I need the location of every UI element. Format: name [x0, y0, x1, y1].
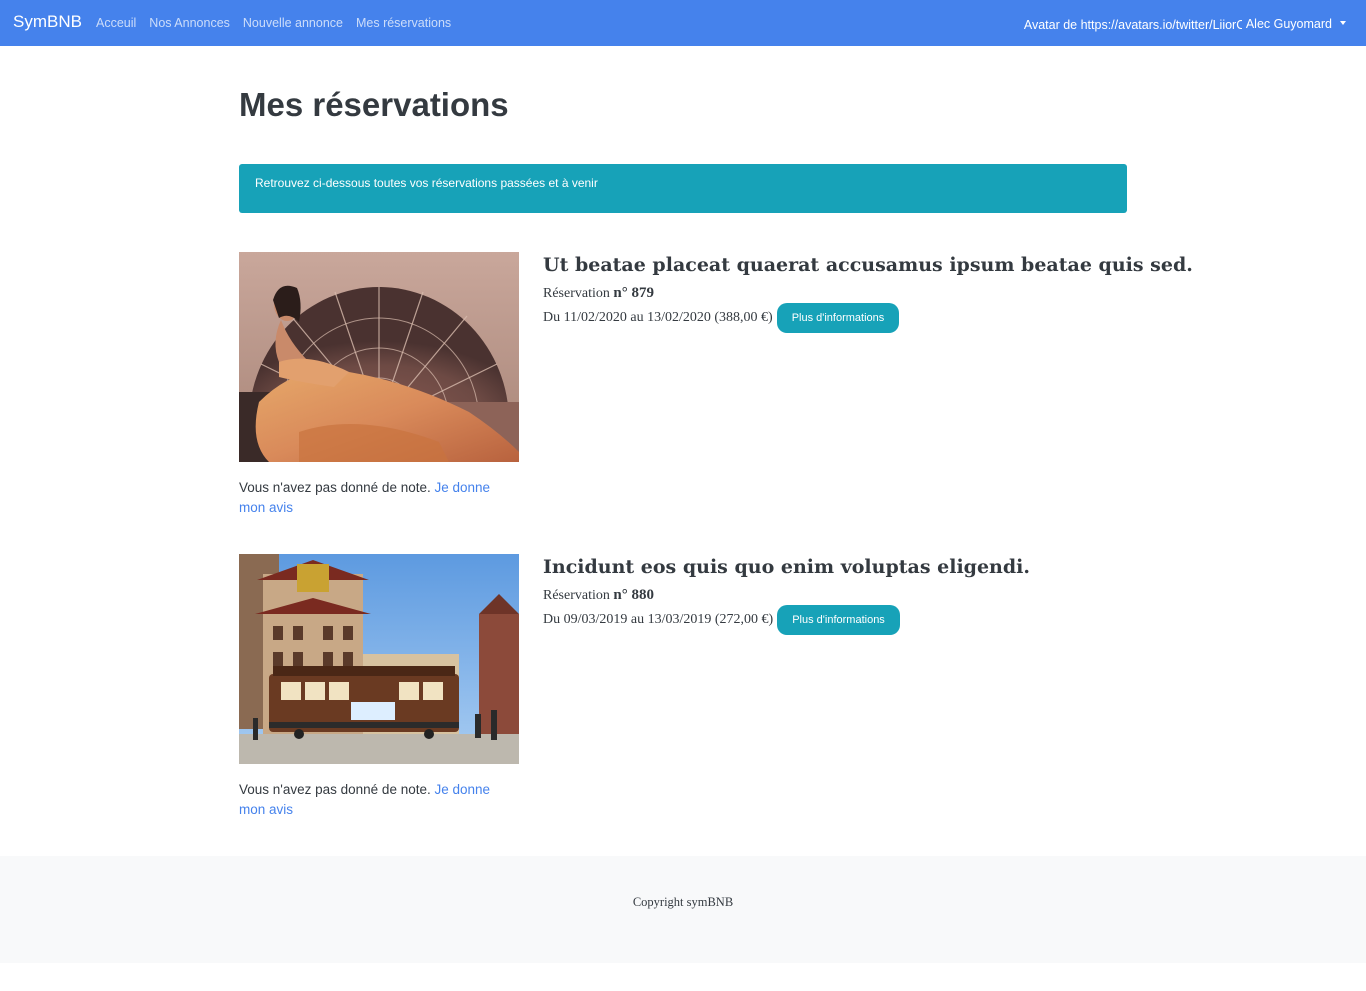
nav-links: Acceuil Nos Annonces Nouvelle annonce Me…: [96, 16, 464, 30]
booking-dates: Du 11/02/2020 au 13/02/2020 (388,00 €): [543, 310, 773, 325]
ad-title: Incidunt eos quis quo enim voluptas elig…: [543, 556, 1030, 578]
more-info-button[interactable]: Plus d'informations: [777, 605, 900, 635]
booking-reference: Réservation n° 879: [543, 285, 654, 302]
brand-link[interactable]: SymBNB: [13, 12, 82, 32]
nav-link-my-bookings[interactable]: Mes réservations: [356, 16, 451, 30]
footer: Copyright symBNB: [0, 856, 1366, 963]
user-menu-toggle[interactable]: Avatar de https://avatars.io/twitter/Lii…: [1024, 15, 1346, 32]
page-title: Mes réservations: [239, 86, 509, 123]
booking-image: [239, 554, 519, 764]
booking-number: n° 879: [613, 285, 654, 301]
booking-dates-row: Du 09/03/2019 au 13/03/2019 (272,00 €) P…: [543, 605, 900, 635]
booking-ref-label: Réservation: [543, 286, 614, 301]
booking-dates-row: Du 11/02/2020 au 13/02/2020 (388,00 €) P…: [543, 303, 900, 333]
nav-link-new-ad[interactable]: Nouvelle annonce: [243, 16, 343, 30]
booking-ref-label: Réservation: [543, 588, 614, 603]
user-name: Alec Guyomard: [1245, 16, 1332, 31]
booking-reference: Réservation n° 880: [543, 587, 654, 604]
navbar: SymBNB Acceuil Nos Annonces Nouvelle ann…: [0, 0, 1366, 46]
chevron-down-icon: [1340, 20, 1346, 25]
nav-link-home[interactable]: Acceuil: [96, 16, 136, 30]
booking-number: n° 880: [613, 587, 654, 603]
review-prompt: Vous n'avez pas donné de note. Je donne …: [239, 478, 519, 518]
nav-link-ads[interactable]: Nos Annonces: [149, 16, 230, 30]
review-prompt: Vous n'avez pas donné de note. Je donne …: [239, 780, 519, 820]
info-alert: Retrouvez ci-dessous toutes vos réservat…: [239, 164, 1127, 213]
review-text: Vous n'avez pas donné de note.: [239, 480, 431, 495]
booking-image: [239, 252, 519, 462]
avatar: Avatar de https://avatars.io/twitter/Lii…: [1023, 18, 1242, 32]
review-text: Vous n'avez pas donné de note.: [239, 782, 431, 797]
booking-dates: Du 09/03/2019 au 13/03/2019 (272,00 €): [543, 612, 774, 627]
copyright-text: Copyright symBNB: [632, 895, 734, 909]
ad-title: Ut beatae placeat quaerat accusamus ipsu…: [543, 254, 1193, 276]
more-info-button[interactable]: Plus d'informations: [776, 303, 900, 333]
